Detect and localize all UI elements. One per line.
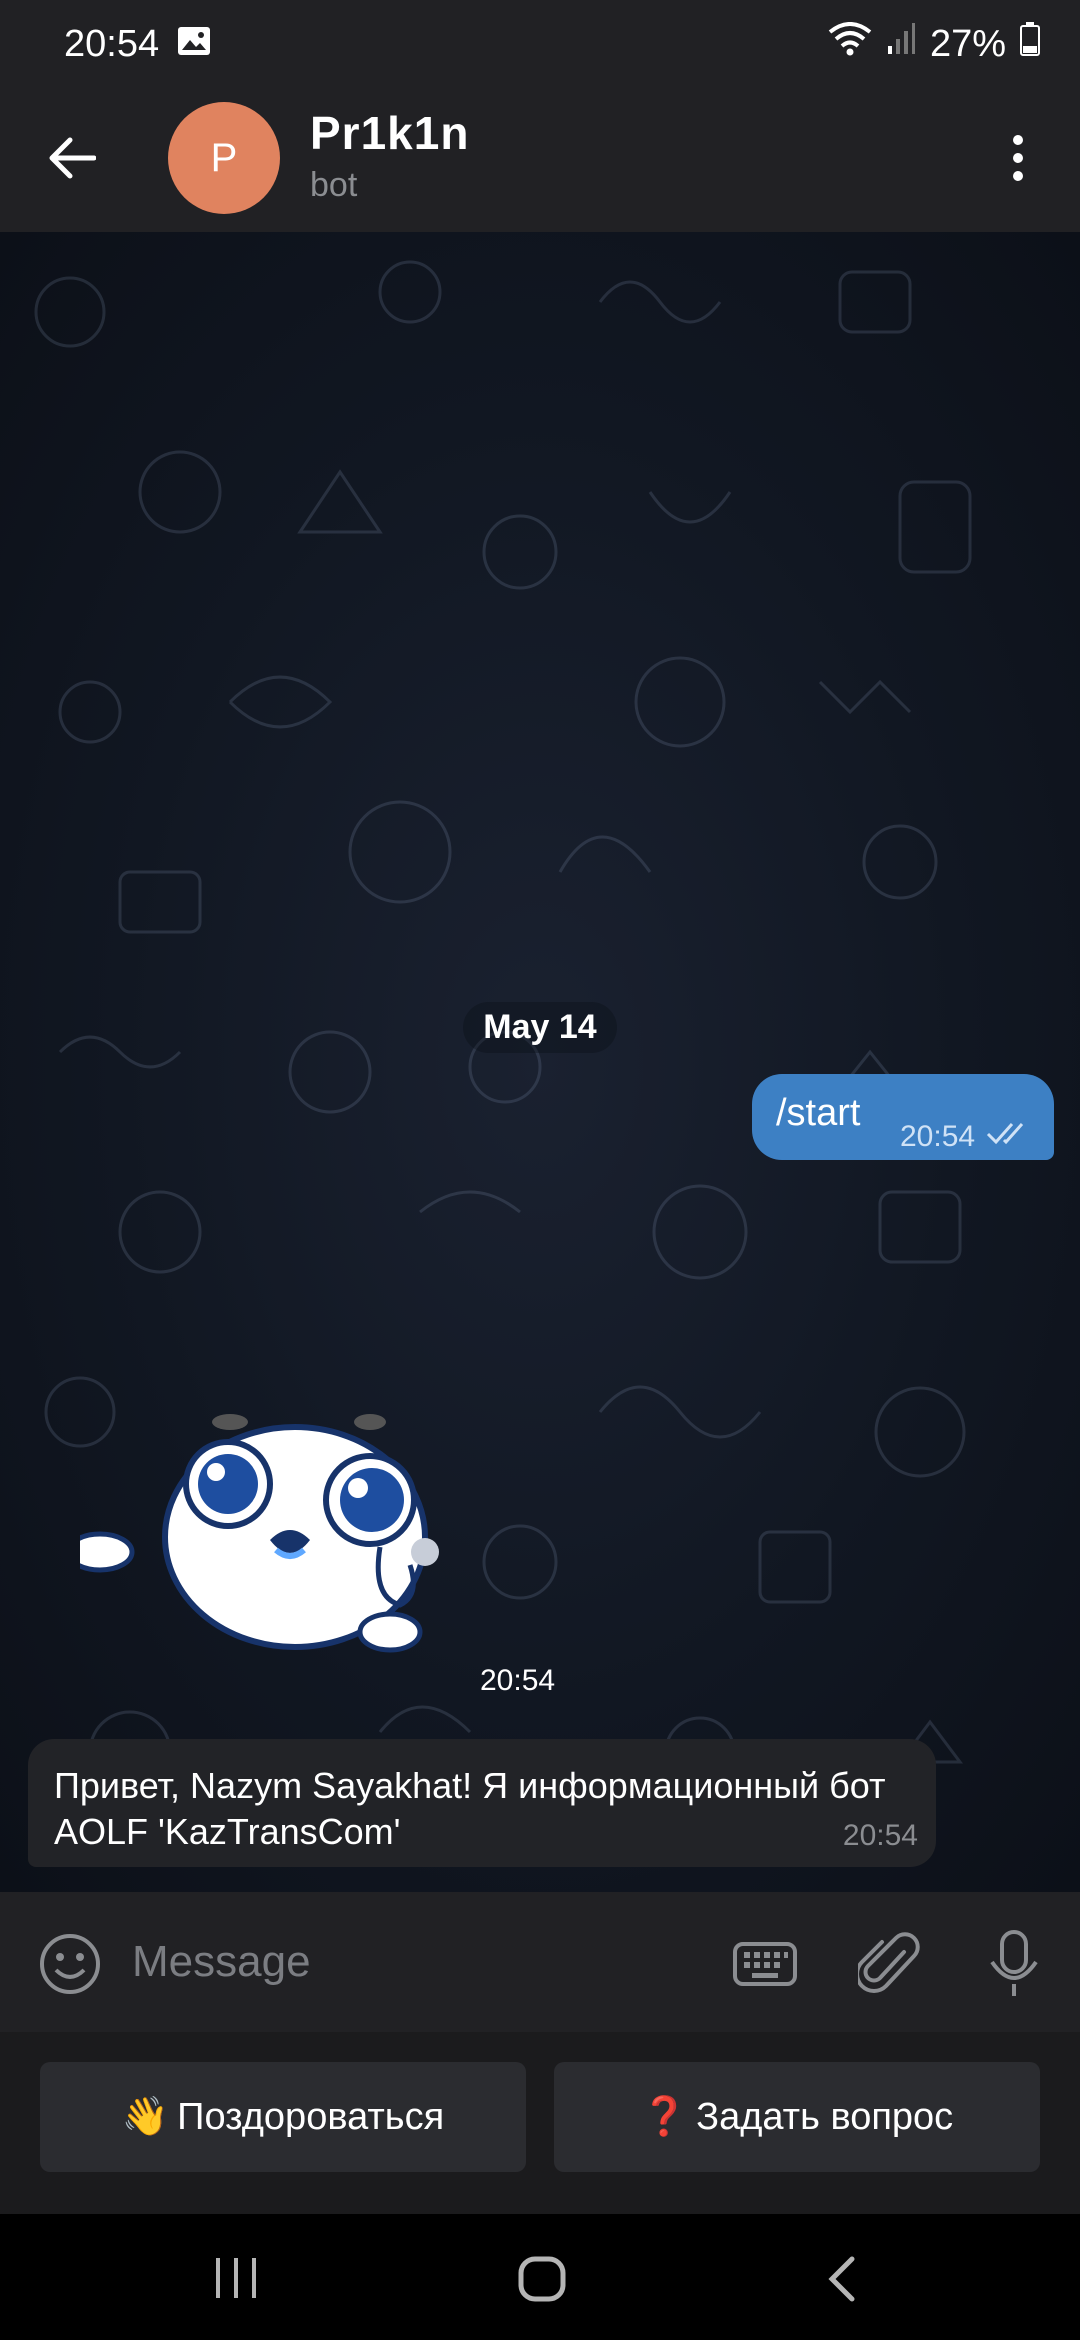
chat-subtitle: bot — [310, 166, 358, 204]
sticker-time: 20:54 — [480, 1664, 556, 1697]
emoji-icon[interactable] — [38, 1932, 102, 1996]
chat-area[interactable]: May 14 /start 20:54 20:54 Привет, Nazym … — [0, 232, 1080, 1892]
back-button[interactable] — [40, 128, 104, 192]
bot-keyboard: 👋 Поздороваться ❓ Задать вопрос — [0, 2032, 1080, 2214]
nav-back-icon[interactable] — [826, 2256, 856, 2307]
bot-button-ask[interactable]: ❓ Задать вопрос — [554, 2062, 1040, 2172]
bot-button-label: Поздороваться — [177, 2095, 445, 2138]
recent-apps-icon[interactable] — [214, 2256, 260, 2305]
chat-info[interactable]: Pr1k1n bot — [310, 106, 469, 205]
message-time: 20:54 — [900, 1120, 976, 1153]
double-check-icon — [986, 1120, 1032, 1151]
chat-header: P Pr1k1n bot — [0, 88, 1080, 232]
attach-icon[interactable] — [855, 1930, 922, 1998]
chat-title: Pr1k1n — [310, 107, 470, 159]
message-text: Привет, Nazym Sayakhat! Я информационный… — [54, 1765, 886, 1852]
home-icon[interactable] — [518, 2256, 566, 2307]
outgoing-message[interactable]: /start 20:54 — [752, 1074, 1054, 1160]
bot-button-greet[interactable]: 👋 Поздороваться — [40, 2062, 526, 2172]
status-bar: 20:54 27% — [0, 0, 1080, 88]
message-time: 20:54 — [842, 1819, 918, 1852]
more-vertical-icon — [1011, 134, 1025, 187]
battery-icon — [1020, 22, 1040, 66]
seal-sticker[interactable] — [80, 1372, 500, 1672]
signal-icon — [886, 22, 916, 66]
message-text: /start — [776, 1092, 861, 1134]
keyboard-icon[interactable] — [732, 1932, 798, 1996]
status-time: 20:54 — [64, 22, 160, 65]
avatar[interactable]: P — [168, 102, 280, 214]
message-input-bar — [0, 1892, 1080, 2032]
image-icon — [177, 23, 211, 66]
battery-percent: 27% — [929, 22, 1006, 65]
back-arrow-icon — [48, 136, 97, 185]
wifi-icon — [828, 22, 872, 66]
date-separator: May 14 — [0, 1002, 1080, 1053]
question-mark-icon: ❓ — [640, 2096, 689, 2138]
date-label: May 14 — [463, 1002, 617, 1053]
system-nav-bar — [0, 2214, 1080, 2340]
more-options-button[interactable] — [986, 128, 1050, 192]
mic-icon[interactable] — [982, 1928, 1046, 2000]
bot-button-label: Задать вопрос — [696, 2095, 954, 2138]
incoming-message[interactable]: Привет, Nazym Sayakhat! Я информационный… — [28, 1739, 936, 1867]
waving-hand-icon: 👋 — [121, 2096, 170, 2138]
message-input[interactable] — [132, 1924, 692, 2000]
